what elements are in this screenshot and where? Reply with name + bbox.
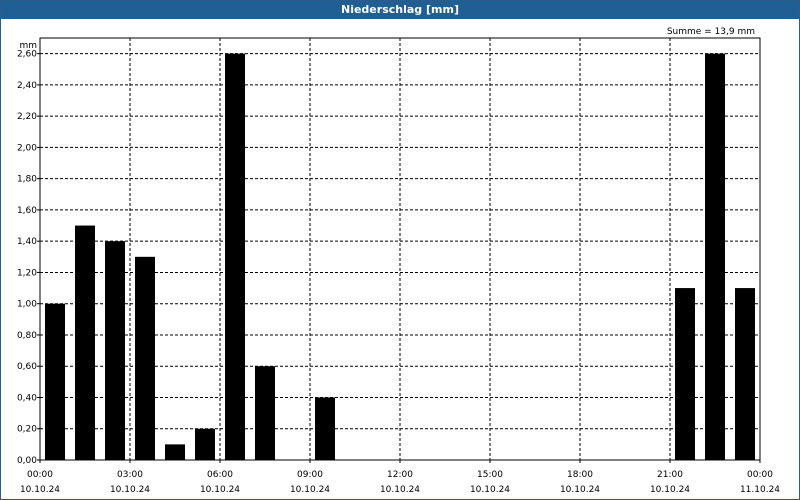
y-tick-label: 0,00 <box>17 456 37 466</box>
x-tick-time: 18:00 <box>567 470 593 480</box>
x-tick-time: 00:00 <box>27 470 53 480</box>
x-tick-time: 06:00 <box>207 470 233 480</box>
y-tick-label: 1,60 <box>17 206 37 216</box>
y-tick-label: 2,60 <box>17 50 37 60</box>
y-tick-label: 0,40 <box>17 393 37 403</box>
x-tick-time: 09:00 <box>297 470 323 480</box>
precipitation-bar <box>225 53 245 460</box>
precipitation-bar <box>195 428 215 460</box>
x-tick-date: 10.10.24 <box>650 485 690 495</box>
precipitation-bar <box>735 288 755 460</box>
x-tick-date: 10.10.24 <box>560 485 600 495</box>
x-tick-date: 10.10.24 <box>290 485 330 495</box>
y-tick-label: 1,20 <box>17 268 37 278</box>
precipitation-bar <box>135 256 155 460</box>
x-tick-date: 10.10.24 <box>470 485 510 495</box>
x-tick-date: 10.10.24 <box>200 485 240 495</box>
y-tick-label: 2,40 <box>17 81 37 91</box>
precipitation-chart: 0,00 0,20 0,40 0,60 0,80 1,00 1,20 1,40 1,60 1,80… <box>17 27 780 495</box>
x-tick-date: 10.10.24 <box>110 485 150 495</box>
precipitation-bar <box>75 225 95 460</box>
x-tick-time: 03:00 <box>117 470 143 480</box>
y-tick-label: 0,60 <box>17 362 37 372</box>
y-tick-label: 1,00 <box>17 300 37 310</box>
precipitation-bar <box>705 53 725 460</box>
x-tick-time: 15:00 <box>477 470 503 480</box>
x-tick-date: 10.10.24 <box>380 485 420 495</box>
x-tick-time: 00:00 <box>747 470 773 480</box>
y-tick-label: 2,20 <box>17 112 37 122</box>
y-axis-unit: mm <box>19 41 37 51</box>
x-tick-date: 10.10.24 <box>20 485 60 495</box>
x-tick-date: 11.10.24 <box>740 485 780 495</box>
x-tick-time: 12:00 <box>387 470 413 480</box>
y-tick-label: 0,80 <box>17 331 37 341</box>
y-tick-label: 2,00 <box>17 143 37 153</box>
y-tick-label: 1,80 <box>17 175 37 185</box>
precipitation-bar <box>315 397 335 460</box>
precipitation-bar <box>675 288 695 460</box>
precipitation-bar <box>45 303 65 460</box>
precipitation-bar <box>105 241 125 460</box>
precipitation-bar <box>255 366 275 460</box>
y-tick-label: 0,20 <box>17 425 37 435</box>
sum-annotation: Summe = 13,9 mm <box>667 27 755 37</box>
precipitation-bar <box>165 444 185 460</box>
x-tick-time: 21:00 <box>657 470 683 480</box>
y-tick-label: 1,40 <box>17 237 37 247</box>
